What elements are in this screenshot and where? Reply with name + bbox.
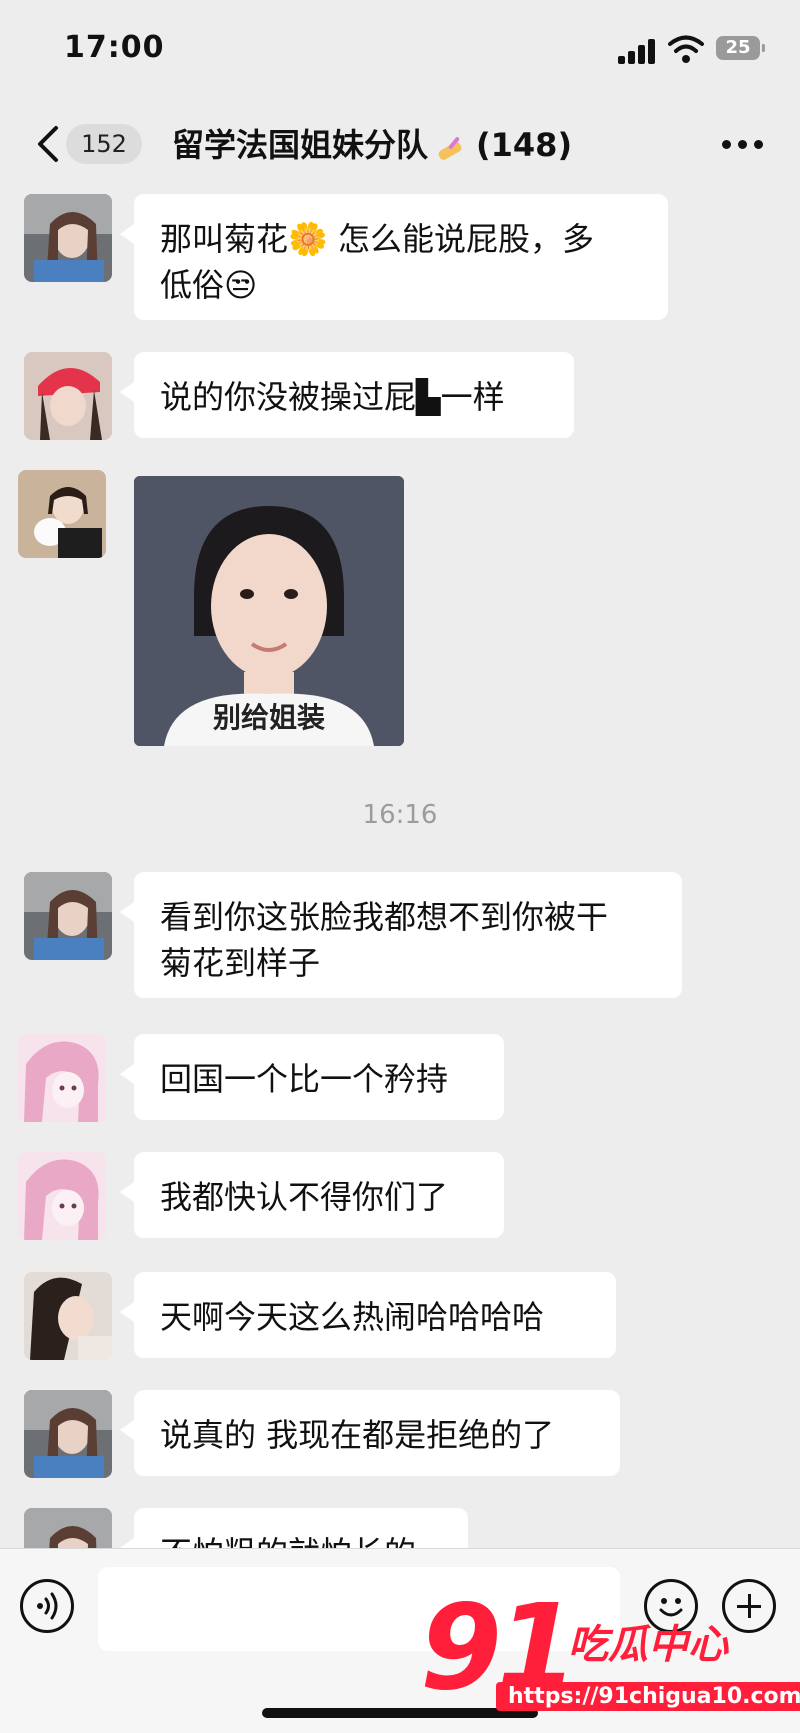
group-name: 留学法国姐妹分队 [172,126,429,164]
message-text-line: 低俗😒 [160,266,258,304]
message-text-cont: 股，多 [498,220,595,258]
chat-bubble[interactable]: 天啊今天这么热闹哈哈哈哈 [120,1272,616,1358]
watermark: 91 吃瓜中心 https://91chigua10.com [420,1578,800,1726]
chat-bubble[interactable]: 说真的 我现在都是拒绝的了 [120,1390,620,1476]
back-chevron-icon[interactable] [34,124,62,164]
nail-polish-emoji-icon [438,137,462,160]
member-count: (148) [476,126,573,164]
status-time: 17:00 [64,30,165,65]
chat-bubble[interactable]: 说的你没被操过屁▙一样 [120,352,574,438]
photo-caption: 别给姐装 [212,701,325,734]
chat-bubble[interactable]: 回国一个比一个矜持 [120,1034,504,1120]
avatar[interactable] [18,470,106,558]
avatar[interactable] [24,194,112,282]
status-bar: 17:00 25 [0,0,800,100]
message-text: 那叫菊花🌼 怎么能说屁 [160,220,499,258]
avatar[interactable] [24,352,112,440]
avatar[interactable] [24,1272,112,1360]
battery-icon: 25 [716,36,765,60]
watermark-url: https://91chigua10.com [496,1682,800,1711]
signal-icon [618,38,658,64]
chat-bubble[interactable]: 我都快认不得你们了 [120,1152,504,1238]
chat-bubble[interactable]: 看到你这张脸我都想不到你被干 菊花到样子 [120,872,682,998]
voice-icon[interactable] [20,1579,74,1633]
avatar[interactable] [18,1034,106,1122]
more-options-icon[interactable] [722,140,764,150]
avatar[interactable] [24,1390,112,1478]
chat-timestamp: 16:16 [362,800,438,830]
watermark-name: 吃瓜中心 [568,1622,728,1668]
message-text: 说真的 我现在都是拒绝的了 [160,1416,555,1454]
message-text-line: 菊花到样子 [160,944,321,982]
message-text: 说的你没被操过屁▙一样 [160,378,505,416]
unread-count-badge[interactable]: 152 [66,124,142,164]
image-message[interactable]: 别给姐装 [134,476,404,746]
avatar[interactable] [24,872,112,960]
avatar[interactable] [18,1152,106,1240]
message-text: 看到你这张脸我都想不到你被干 [160,898,609,936]
message-text: 回国一个比一个矜持 [160,1060,449,1098]
message-text: 天啊今天这么热闹哈哈哈哈 [160,1298,545,1336]
chat-bubble[interactable]: 那叫菊花🌼 怎么能说屁股，多 低俗😒 [120,194,668,320]
chat-header: 152 留学法国姐妹分队 (148) [0,100,800,190]
wifi-icon [668,35,704,63]
chat-title: 留学法国姐妹分队 (148) [172,120,572,166]
message-text: 我都快认不得你们了 [160,1178,449,1216]
